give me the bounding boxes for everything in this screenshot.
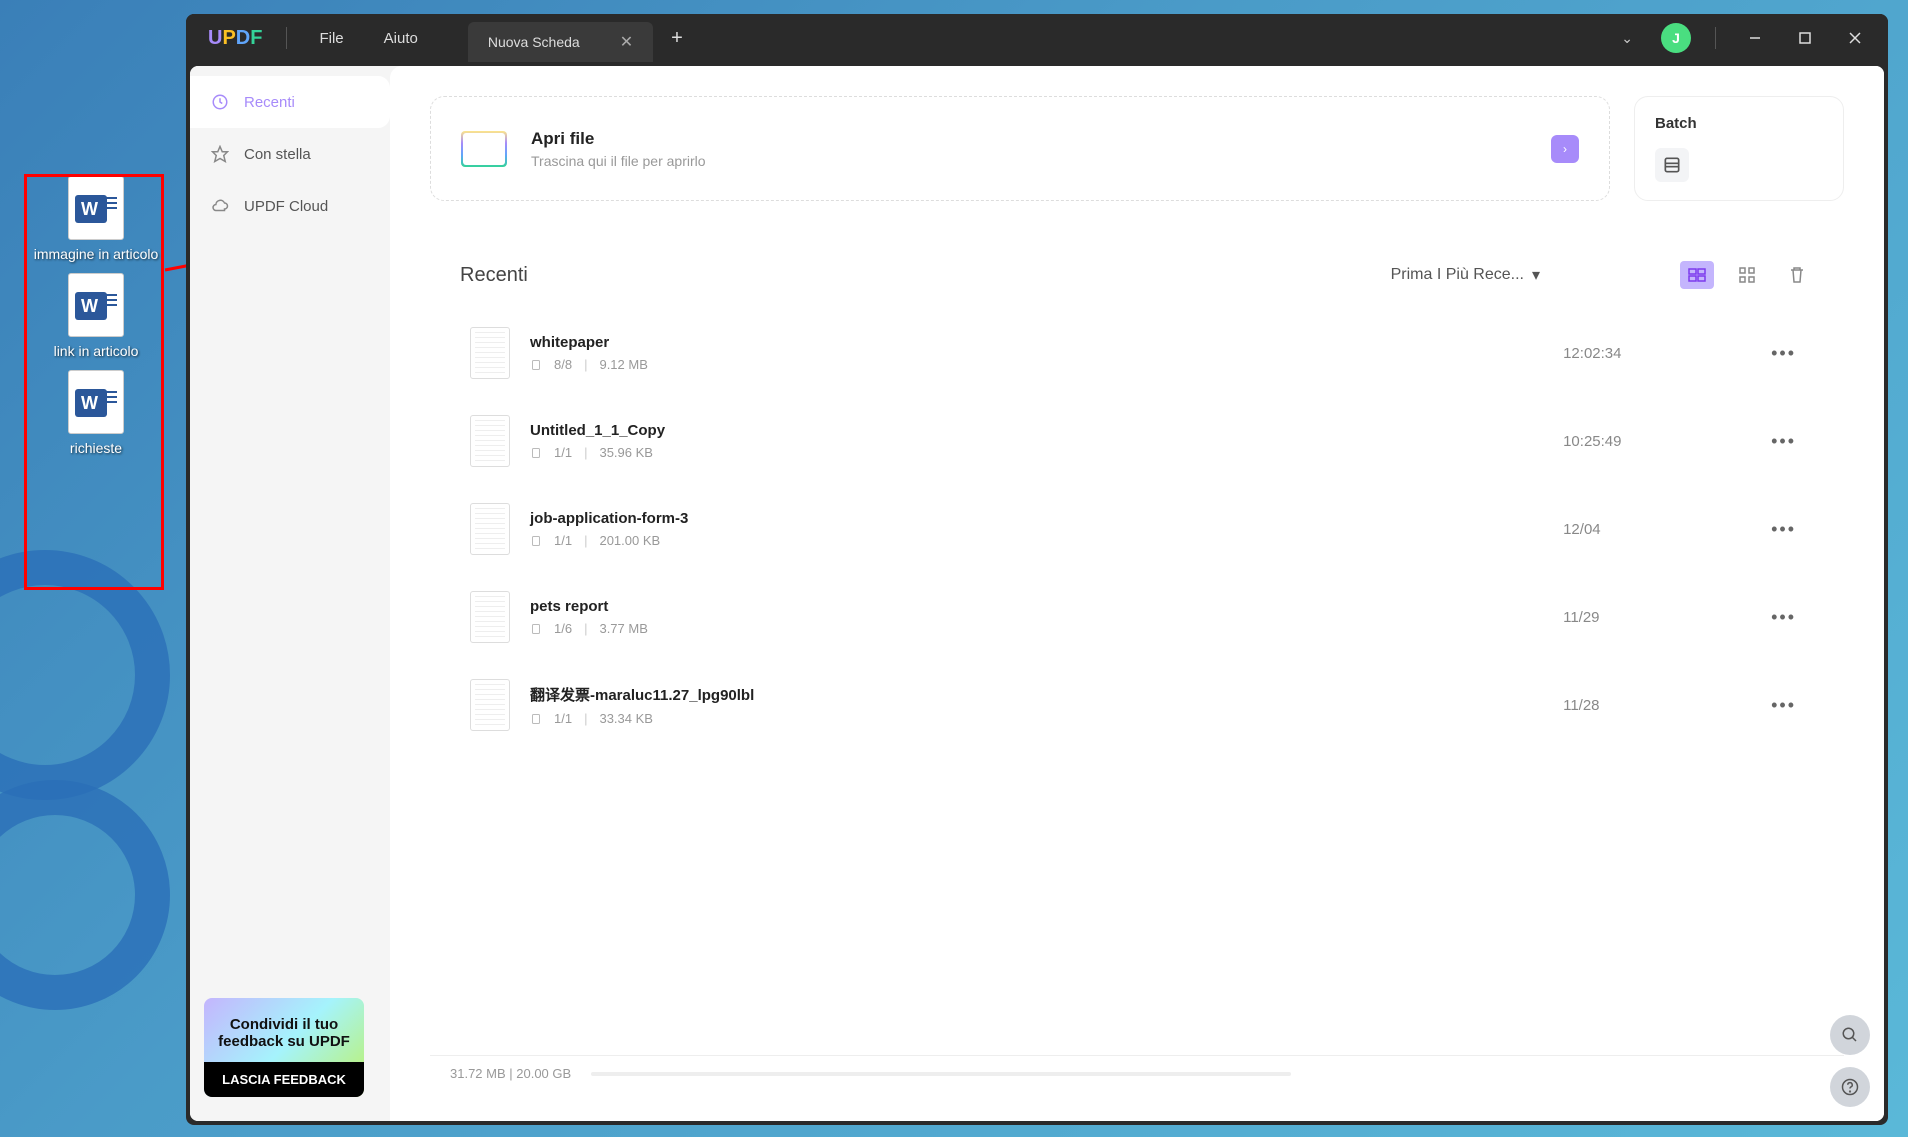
open-file-subtitle: Trascina qui il file per aprirlo [531, 153, 1527, 169]
page-icon [530, 359, 542, 371]
more-icon[interactable]: ••• [1763, 511, 1804, 548]
file-row[interactable]: whitepaper 8/8 | 9.12 MB 12:02:34 ••• [460, 309, 1814, 397]
feedback-button[interactable]: LASCIA FEEDBACK [204, 1062, 364, 1097]
star-icon [210, 144, 230, 164]
cloud-icon [210, 196, 230, 216]
file-thumbnail [470, 679, 510, 731]
feedback-card: Condividi il tuo feedback su UPDF LASCIA… [204, 998, 364, 1097]
sidebar: Recenti Con stella UPDF Cloud Condividi … [190, 66, 390, 1121]
avatar[interactable]: J [1661, 23, 1691, 53]
close-icon[interactable]: ✕ [620, 32, 633, 52]
file-thumbnail [470, 327, 510, 379]
page-icon [530, 535, 542, 547]
page-icon [530, 447, 542, 459]
help-button[interactable] [1830, 1067, 1870, 1107]
more-icon[interactable]: ••• [1763, 335, 1804, 372]
file-row[interactable]: job-application-form-3 1/1 | 201.00 KB 1… [460, 485, 1814, 573]
sidebar-item-label: Con stella [244, 146, 311, 163]
new-tab-button[interactable]: + [653, 27, 701, 50]
main-area: Apri file Trascina qui il file per aprir… [390, 66, 1884, 1121]
maximize-button[interactable] [1782, 18, 1828, 58]
file-size: 35.96 KB [599, 445, 653, 460]
divider [1715, 27, 1716, 49]
file-thumbnail [470, 415, 510, 467]
file-size: 201.00 KB [599, 533, 660, 548]
sidebar-item-starred[interactable]: Con stella [190, 128, 390, 180]
file-date: 12/04 [1563, 521, 1743, 538]
recent-title: Recenti [460, 264, 528, 287]
menu-file[interactable]: File [299, 30, 363, 47]
file-date: 11/29 [1563, 609, 1743, 626]
storage-text: 31.72 MB | 20.00 GB [450, 1066, 571, 1081]
tab[interactable]: Nuova Scheda ✕ [468, 22, 653, 62]
titlebar: UPDF File Aiuto Nuova Scheda ✕ + ⌄ J [186, 14, 1888, 62]
sort-label: Prima I Più Rece... [1391, 266, 1524, 284]
file-pages: 8/8 [554, 357, 572, 372]
view-grid-button[interactable] [1730, 261, 1764, 289]
more-icon[interactable]: ••• [1763, 423, 1804, 460]
batch-combine-button[interactable] [1655, 148, 1689, 182]
file-pages: 1/1 [554, 711, 572, 726]
file-pages: 1/1 [554, 445, 572, 460]
file-date: 12:02:34 [1563, 345, 1743, 362]
folder-icon [461, 131, 507, 167]
file-name: pets report [530, 598, 1543, 615]
close-button[interactable] [1832, 18, 1878, 58]
menu-help[interactable]: Aiuto [364, 30, 438, 47]
batch-title: Batch [1655, 115, 1823, 132]
file-name: whitepaper [530, 334, 1543, 351]
feedback-text: Condividi il tuo feedback su UPDF [216, 1016, 352, 1050]
file-size: 33.34 KB [599, 711, 653, 726]
batch-card: Batch [1634, 96, 1844, 201]
page-icon [530, 713, 542, 725]
app-logo: UPDF [196, 27, 274, 50]
file-row[interactable]: Untitled_1_1_Copy 1/1 | 35.96 KB 10:25:4… [460, 397, 1814, 485]
open-file-dropzone[interactable]: Apri file Trascina qui il file per aprir… [430, 96, 1610, 201]
sidebar-item-cloud[interactable]: UPDF Cloud [190, 180, 390, 232]
tab-label: Nuova Scheda [488, 34, 580, 50]
file-pages: 1/6 [554, 621, 572, 636]
file-name: job-application-form-3 [530, 510, 1543, 527]
minimize-button[interactable] [1732, 18, 1778, 58]
recent-file-list[interactable]: whitepaper 8/8 | 9.12 MB 12:02:34 ••• [430, 309, 1844, 1055]
file-row[interactable]: 翻译发票-maraluc11.27_lpg90lbl 1/1 | 33.34 K… [460, 661, 1814, 749]
trash-button[interactable] [1780, 261, 1814, 289]
sidebar-item-recent[interactable]: Recenti [190, 76, 390, 128]
file-thumbnail [470, 591, 510, 643]
more-icon[interactable]: ••• [1763, 687, 1804, 724]
file-row[interactable]: pets report 1/6 | 3.77 MB 11/29 ••• [460, 573, 1814, 661]
status-bar: 31.72 MB | 20.00 GB [430, 1055, 1844, 1091]
file-size: 9.12 MB [599, 357, 647, 372]
file-date: 11/28 [1563, 697, 1743, 714]
search-button[interactable] [1830, 1015, 1870, 1055]
more-icon[interactable]: ••• [1763, 599, 1804, 636]
divider [286, 27, 287, 49]
clock-icon [210, 92, 230, 112]
file-date: 10:25:49 [1563, 433, 1743, 450]
chevron-down-icon: ▾ [1532, 265, 1540, 285]
open-file-title: Apri file [531, 129, 1527, 149]
file-name: Untitled_1_1_Copy [530, 422, 1543, 439]
chevron-right-icon[interactable]: › [1551, 135, 1579, 163]
file-name: 翻译发票-maraluc11.27_lpg90lbl [530, 684, 1543, 705]
sort-dropdown[interactable]: Prima I Più Rece... ▾ [1391, 265, 1540, 285]
page-icon [530, 623, 542, 635]
storage-progress [591, 1072, 1291, 1076]
file-thumbnail [470, 503, 510, 555]
file-pages: 1/1 [554, 533, 572, 548]
annotation-highlight-box [24, 174, 164, 590]
view-list-button[interactable] [1680, 261, 1714, 289]
app-window: UPDF File Aiuto Nuova Scheda ✕ + ⌄ J Rec… [186, 14, 1888, 1125]
chevron-down-icon[interactable]: ⌄ [1605, 22, 1649, 55]
sidebar-item-label: UPDF Cloud [244, 198, 328, 215]
sidebar-item-label: Recenti [244, 94, 295, 111]
file-size: 3.77 MB [599, 621, 647, 636]
